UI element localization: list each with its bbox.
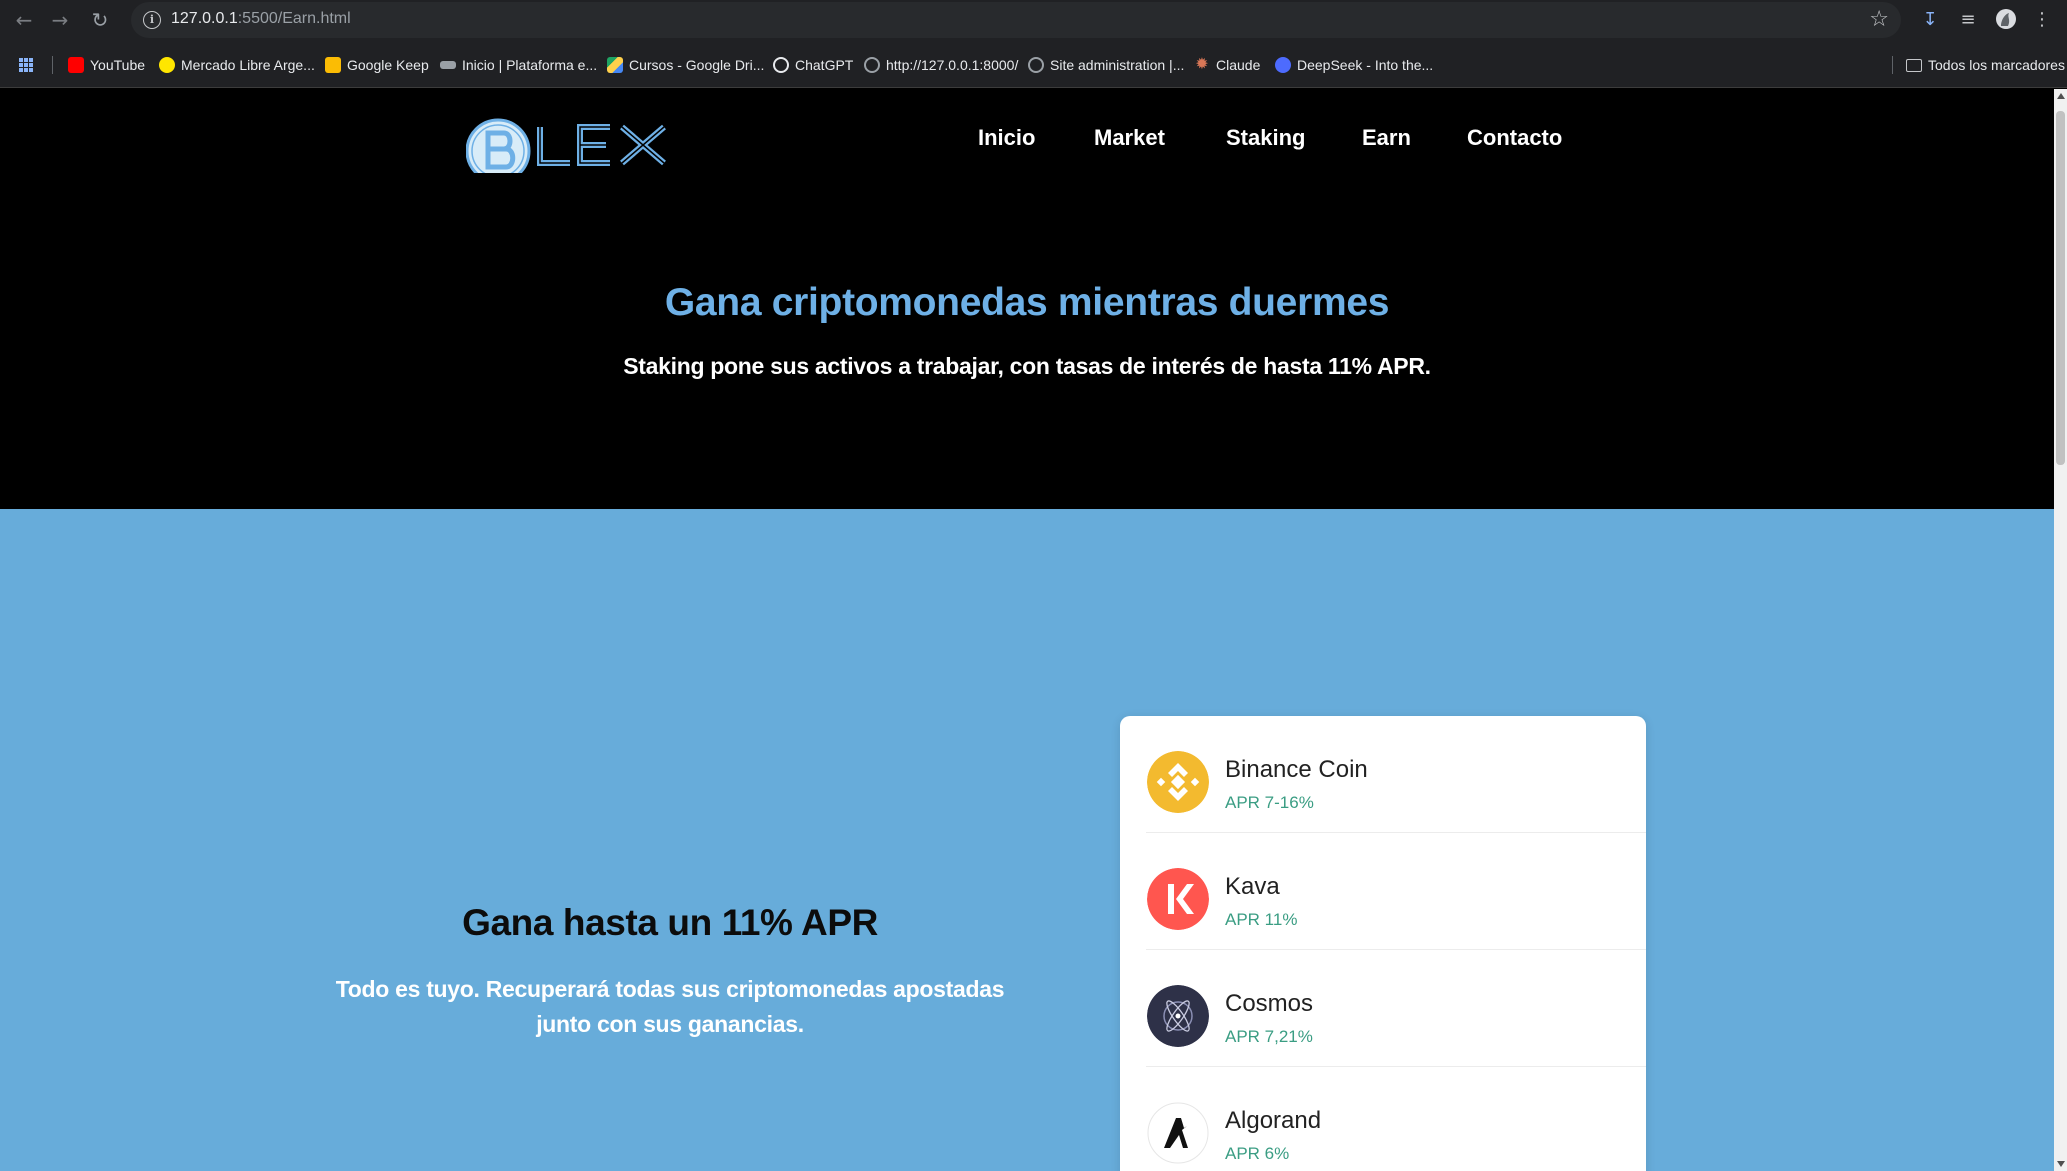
coin-row-kava[interactable]: Kava APR 11% [1120, 833, 1646, 950]
youtube-icon [68, 57, 84, 73]
bookmark-plataforma[interactable]: Inicio | Plataforma e... [440, 54, 597, 76]
profile-avatar[interactable] [1994, 8, 2018, 32]
url-text[interactable]: 127.0.0.1:5500/Earn.html [171, 10, 351, 28]
site-info-icon[interactable]: i [143, 11, 161, 29]
nav-earn[interactable]: Earn [1362, 125, 1411, 151]
bookmark-google-drive[interactable]: Cursos - Google Dri... [607, 54, 764, 76]
download-icon[interactable]: ↧ [1918, 8, 1942, 32]
scroll-down-icon[interactable] [2057, 1161, 2065, 1167]
nav-staking[interactable]: Staking [1226, 125, 1305, 151]
bookmark-youtube[interactable]: YouTube [68, 54, 145, 76]
scroll-up-icon[interactable] [2057, 93, 2065, 99]
nav-market[interactable]: Market [1094, 125, 1165, 151]
coin-name: Binance Coin [1225, 756, 1368, 783]
algorand-icon [1147, 1102, 1209, 1164]
coin-name: Cosmos [1225, 990, 1314, 1017]
coin-row-algorand[interactable]: Algorand APR 6% [1120, 1067, 1646, 1171]
reload-icon[interactable]: ↻ [88, 8, 112, 32]
deepseek-icon [1275, 57, 1291, 73]
globe-icon [1028, 57, 1044, 73]
bookmark-claude[interactable]: ✹ Claude [1194, 54, 1260, 76]
claude-icon: ✹ [1195, 56, 1209, 73]
bookmark-chatgpt[interactable]: ChatGPT [773, 54, 853, 76]
coin-apr: APR 11% [1225, 910, 1298, 929]
browser-toolbar: ← → ↻ i 127.0.0.1:5500/Earn.html ☆ ↧ ≡ ⋮ [0, 0, 2067, 41]
page: Inicio Market Staking Earn Contacto Gana… [0, 89, 2054, 1171]
bookmark-star-icon[interactable]: ☆ [1869, 7, 1889, 32]
coin-row-cosmos[interactable]: Cosmos APR 7,21% [1120, 950, 1646, 1067]
scroll-thumb[interactable] [2056, 111, 2065, 465]
bookmark-separator [52, 56, 53, 74]
coin-apr: APR 7-16% [1225, 793, 1314, 812]
bookmark-localhost[interactable]: http://127.0.0.1:8000/ [864, 54, 1018, 76]
google-keep-icon [325, 57, 341, 73]
mercado-libre-icon [159, 57, 175, 73]
coin-apr: APR 6% [1225, 1144, 1290, 1163]
back-icon[interactable]: ← [12, 8, 36, 32]
address-bar[interactable]: i 127.0.0.1:5500/Earn.html ☆ [131, 2, 1901, 38]
google-drive-icon [607, 57, 623, 73]
main-nav: Inicio Market Staking Earn Contacto [0, 125, 2054, 155]
bookmark-deepseek[interactable]: DeepSeek - Into the... [1275, 54, 1433, 76]
coin-list-card: Binance Coin APR 7-16% Kava APR 11% Cosm… [1120, 716, 1646, 1171]
section-title: Gana hasta un 11% APR [462, 902, 878, 943]
page-scrollbar[interactable] [2054, 89, 2067, 1171]
chatgpt-icon [773, 57, 789, 73]
menu-icon[interactable]: ⋮ [2030, 8, 2054, 32]
hero-title: Gana criptomonedas mientras duermes [664, 281, 1390, 324]
coin-name: Algorand [1225, 1107, 1322, 1134]
coin-apr: APR 7,21% [1225, 1027, 1313, 1046]
folder-icon [1906, 58, 1922, 72]
hero-section: Inicio Market Staking Earn Contacto Gana… [0, 89, 2054, 509]
nav-inicio[interactable]: Inicio [978, 125, 1035, 151]
section-text: Todo es tuyo. Recuperará todas sus cript… [335, 976, 1005, 1037]
reading-list-icon[interactable]: ≡ [1956, 8, 1980, 32]
all-bookmarks-folder[interactable]: Todos los marcadores [1906, 54, 2065, 76]
bookmarks-bar: YouTube Mercado Libre Arge... Google Kee… [0, 41, 2067, 88]
nav-contacto[interactable]: Contacto [1467, 125, 1562, 151]
kava-icon [1147, 868, 1209, 930]
bookmark-google-keep[interactable]: Google Keep [325, 54, 429, 76]
forward-icon[interactable]: → [48, 8, 72, 32]
cosmos-icon [1147, 985, 1209, 1047]
earn-section: Gana hasta un 11% APR Todo es tuyo. Recu… [0, 509, 2054, 1171]
globe-icon [864, 57, 880, 73]
coin-row-binance[interactable]: Binance Coin APR 7-16% [1120, 716, 1646, 833]
binance-icon [1147, 751, 1209, 813]
hero-subtitle: Staking pone sus activos a trabajar, con… [623, 353, 1431, 379]
apps-grid-icon[interactable] [18, 54, 34, 76]
bookmark-separator [1892, 56, 1893, 74]
bookmark-site-admin[interactable]: Site administration |... [1028, 54, 1184, 76]
plataforma-icon [440, 61, 456, 69]
coin-name: Kava [1225, 873, 1280, 900]
bookmark-mercado-libre[interactable]: Mercado Libre Arge... [159, 54, 315, 76]
